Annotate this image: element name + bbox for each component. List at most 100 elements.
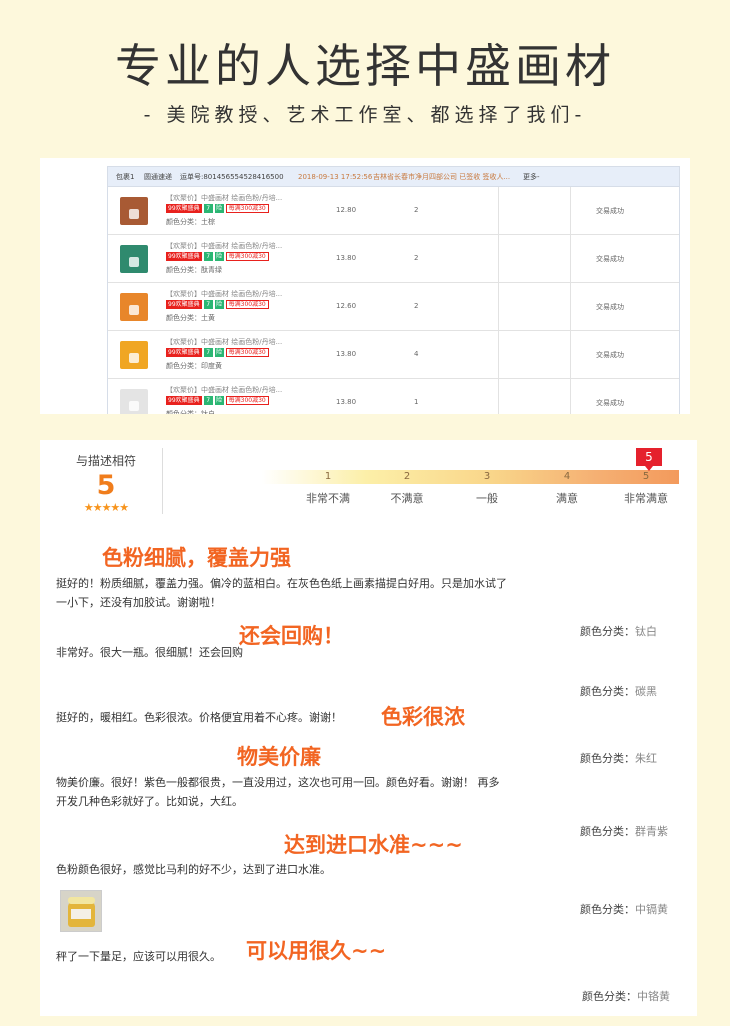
column-divider — [498, 235, 499, 282]
order-table: 包裹1 圆通速递 运单号:801456554528416500 2018-09-… — [107, 166, 680, 414]
promo-badge: 99欢聚盛典 — [166, 300, 202, 309]
rating-stars: ★★★★★ — [83, 501, 129, 514]
product-name[interactable]: 【欢聚价】中盛画材 绘画色粉/丹培... — [166, 193, 282, 203]
column-divider — [570, 379, 571, 414]
review-text-1b: 一小下，还没有加胶试。谢谢啦！ — [56, 596, 221, 609]
review-text-4b: 开发几种色彩就好了。比如说，大红。 — [56, 795, 243, 808]
product-color: 颜色分类：土黄 — [166, 314, 215, 322]
column-divider — [498, 331, 499, 378]
promo-badges: 99欢聚盛典 7 险每满300减30 — [166, 300, 269, 309]
order-row[interactable]: 【欢聚价】中盛画材 绘画色粉/丹培... 99欢聚盛典 7 险每满300减30 颜色分类… — [108, 187, 679, 235]
color-value: 群青紫 — [635, 825, 668, 838]
product-price: 12.80 — [336, 206, 357, 214]
delivery-status: 吉林省长春市净月四部公司 已签收 签收人... — [373, 172, 511, 181]
color-value: 钛白 — [635, 625, 657, 638]
scale-label-5: 非常满意 — [624, 492, 668, 505]
review-text-1a: 挺好的！粉质细腻，覆盖力强。偏冷的蓝相白。在灰色色纸上画素描提白好用。只是加水试… — [56, 577, 507, 590]
color-label: 颜色分类： — [582, 990, 637, 1003]
product-thumbnail[interactable] — [120, 389, 148, 414]
seven-day-badge: 7 — [203, 348, 213, 357]
tracking-number: 运单号:801456554528416500 — [180, 172, 284, 181]
product-name[interactable]: 【欢聚价】中盛画材 绘画色粉/丹培... — [166, 337, 282, 347]
order-row[interactable]: 【欢聚价】中盛画材 绘画色粉/丹培... 99欢聚盛典 7 险每满300减30 颜色分类… — [108, 283, 679, 331]
column-divider — [498, 187, 499, 234]
discount-badge: 每满300减30 — [225, 396, 269, 405]
rating-score: 5 — [96, 470, 116, 501]
review-color-1: 颜色分类：钛白 — [580, 623, 657, 639]
color-label: 颜色分类： — [580, 625, 635, 638]
promo-badges: 99欢聚盛典 7 险每满300减30 — [166, 348, 269, 357]
package-header: 包裹1 圆通速递 运单号:801456554528416500 2018-09-… — [108, 167, 679, 187]
guarantee-badge: 险 — [214, 396, 224, 405]
package-label: 包裹1 — [116, 172, 135, 181]
scale-num-5: 5 — [642, 471, 650, 482]
column-divider — [570, 235, 571, 282]
promo-badges: 99欢聚盛典 7 险每满300减30 — [166, 252, 269, 261]
review-text-3: 挺好的，暖相红。色彩很浓。价格便宜用着不心疼。谢谢！ — [56, 711, 342, 724]
order-row[interactable]: 【欢聚价】中盛画材 绘画色粉/丹培... 99欢聚盛典 7 险每满300减30 颜色分类… — [108, 331, 679, 379]
seven-day-badge: 7 — [203, 300, 213, 309]
review-text-4a: 物美价廉。很好！紫色一般都很贵，一直没用过，这次也可用一回。颜色好看。谢谢！ 再… — [56, 776, 500, 789]
color-label: 颜色分类： — [580, 903, 635, 916]
review-color-2: 颜色分类：碳黑 — [580, 683, 657, 699]
color-value: 中镉黄 — [635, 903, 668, 916]
review-tag-3: 色彩很浓 — [381, 705, 465, 729]
promo-badge: 99欢聚盛典 — [166, 396, 202, 405]
hero-title: 专业的人选择中盛画材 — [115, 39, 615, 93]
trade-status: 交易成功 — [596, 351, 624, 359]
seven-day-badge: 7 — [203, 204, 213, 213]
product-color: 颜色分类：土棕 — [166, 218, 215, 226]
product-name[interactable]: 【欢聚价】中盛画材 绘画色粉/丹培... — [166, 241, 282, 251]
review-color-6: 颜色分类：中铬黄 — [582, 988, 670, 1004]
scale-num-1: 1 — [324, 471, 332, 482]
review-tag-2: 还会回购！ — [239, 624, 344, 648]
product-thumbnail[interactable] — [120, 341, 148, 369]
rating-label: 与描述相符 — [75, 454, 136, 468]
product-quantity: 2 — [414, 302, 419, 310]
column-divider — [498, 283, 499, 330]
scale-label-3: 一般 — [476, 492, 498, 505]
promo-badge: 99欢聚盛典 — [166, 252, 202, 261]
order-row[interactable]: 【欢聚价】中盛画材 绘画色粉/丹培... 99欢聚盛典 7 险每满300减30 颜色分类… — [108, 235, 679, 283]
discount-badge: 每满300减30 — [225, 252, 269, 261]
color-label: 颜色分类： — [580, 752, 635, 765]
product-price: 13.80 — [336, 350, 357, 358]
product-price: 13.80 — [336, 398, 357, 406]
product-color: 颜色分类：印度黄 — [166, 362, 222, 370]
discount-badge: 每满300减30 — [225, 204, 269, 213]
product-price: 12.60 — [336, 302, 357, 310]
product-name[interactable]: 【欢聚价】中盛画材 绘画色粉/丹培... — [166, 289, 282, 299]
product-thumbnail[interactable] — [120, 197, 148, 225]
jar-label — [71, 909, 91, 919]
order-rows: 【欢聚价】中盛画材 绘画色粉/丹培... 99欢聚盛典 7 险每满300减30 颜色分类… — [108, 187, 679, 414]
color-value: 碳黑 — [635, 685, 657, 698]
scale-num-4: 4 — [563, 471, 571, 482]
scale-label-1: 非常不满 — [306, 492, 350, 505]
color-label: 颜色分类： — [580, 825, 635, 838]
scale-num-3: 3 — [483, 471, 491, 482]
scale-num-2: 2 — [403, 471, 411, 482]
product-quantity: 1 — [414, 398, 419, 406]
trade-status: 交易成功 — [596, 255, 624, 263]
promo-badge: 99欢聚盛典 — [166, 204, 202, 213]
product-quantity: 4 — [414, 350, 419, 358]
review-text-6: 秤了一下量足，应该可以用很久。 — [56, 950, 221, 963]
product-color: 颜色分类：钛白 — [166, 410, 215, 414]
column-divider — [570, 331, 571, 378]
trade-status: 交易成功 — [596, 303, 624, 311]
promo-badges: 99欢聚盛典 7 险每满300减30 — [166, 204, 269, 213]
order-list-panel: 包裹1 圆通速递 运单号:801456554528416500 2018-09-… — [40, 158, 690, 414]
promo-badge: 99欢聚盛典 — [166, 348, 202, 357]
color-value: 朱红 — [635, 752, 657, 765]
product-thumbnail[interactable] — [120, 293, 148, 321]
product-name[interactable]: 【欢聚价】中盛画材 绘画色粉/丹培... — [166, 385, 282, 395]
review-color-3: 颜色分类：朱红 — [580, 750, 657, 766]
courier-name: 圆通速递 — [144, 172, 172, 181]
order-row[interactable]: 【欢聚价】中盛画材 绘画色粉/丹培... 99欢聚盛典 7 险每满300减30 颜色分类… — [108, 379, 679, 414]
product-price: 13.80 — [336, 254, 357, 262]
product-thumbnail[interactable] — [120, 245, 148, 273]
rating-marker: 5 — [636, 448, 662, 471]
seven-day-badge: 7 — [203, 396, 213, 405]
more-link[interactable]: 更多- — [523, 172, 563, 182]
review-photo[interactable] — [60, 890, 102, 932]
